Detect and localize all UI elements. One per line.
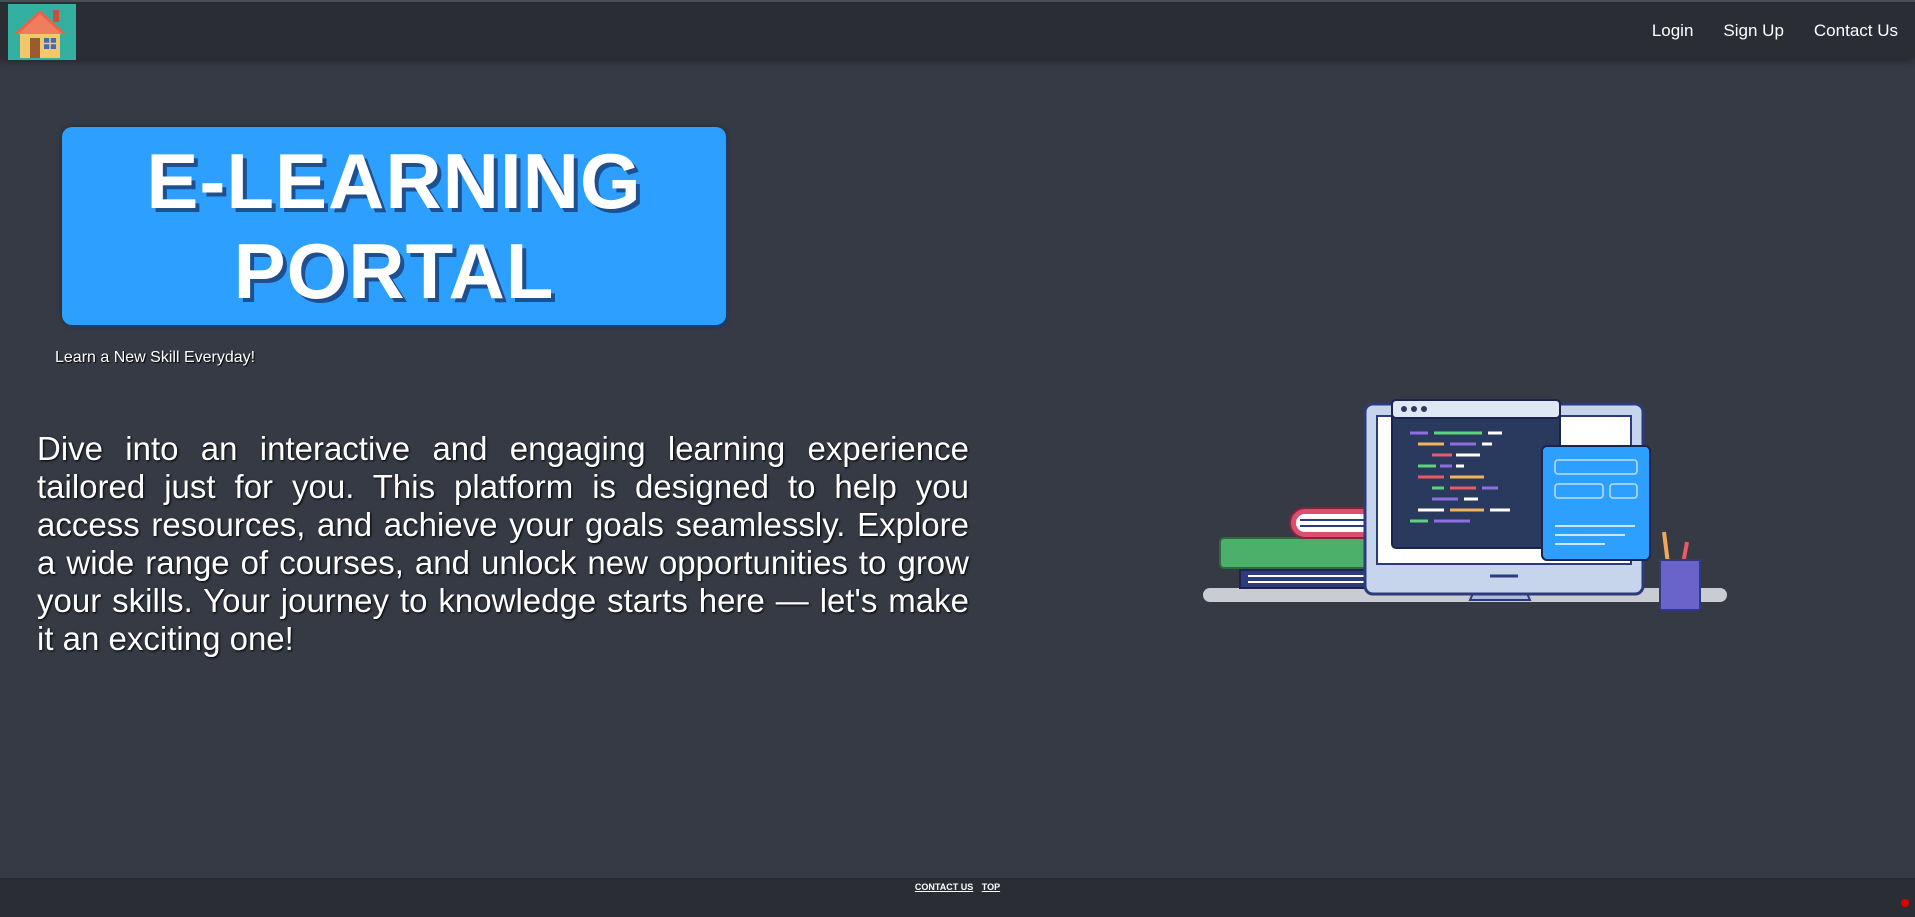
footer-links: CONTACT US TOP <box>0 882 1915 892</box>
portal-title-banner: E-LEARNING PORTAL <box>62 127 726 325</box>
main-content: E-LEARNING PORTAL Learn a New Skill Ever… <box>0 58 1915 878</box>
header-nav: Login Sign Up Contact Us <box>1652 2 1915 60</box>
home-logo[interactable] <box>8 4 76 60</box>
footer-top-link[interactable]: TOP <box>982 882 1000 892</box>
sign-up-link[interactable]: Sign Up <box>1723 21 1783 41</box>
title-line-2: PORTAL <box>233 227 555 315</box>
house-icon <box>8 4 76 60</box>
computer-desk-illustration <box>1203 399 1727 611</box>
contact-us-link[interactable]: Contact Us <box>1814 21 1898 41</box>
title-line-1: E-LEARNING <box>146 137 642 225</box>
top-navigation-bar: Login Sign Up Contact Us <box>0 0 1915 60</box>
status-dot-icon <box>1901 899 1909 907</box>
page-footer: CONTACT US TOP <box>0 878 1915 917</box>
login-link[interactable]: Login <box>1652 21 1694 41</box>
tagline: Learn a New Skill Everyday! <box>55 349 256 366</box>
footer-contact-us-link[interactable]: CONTACT US <box>915 882 973 892</box>
intro-paragraph: Dive into an interactive and engaging le… <box>37 430 969 657</box>
